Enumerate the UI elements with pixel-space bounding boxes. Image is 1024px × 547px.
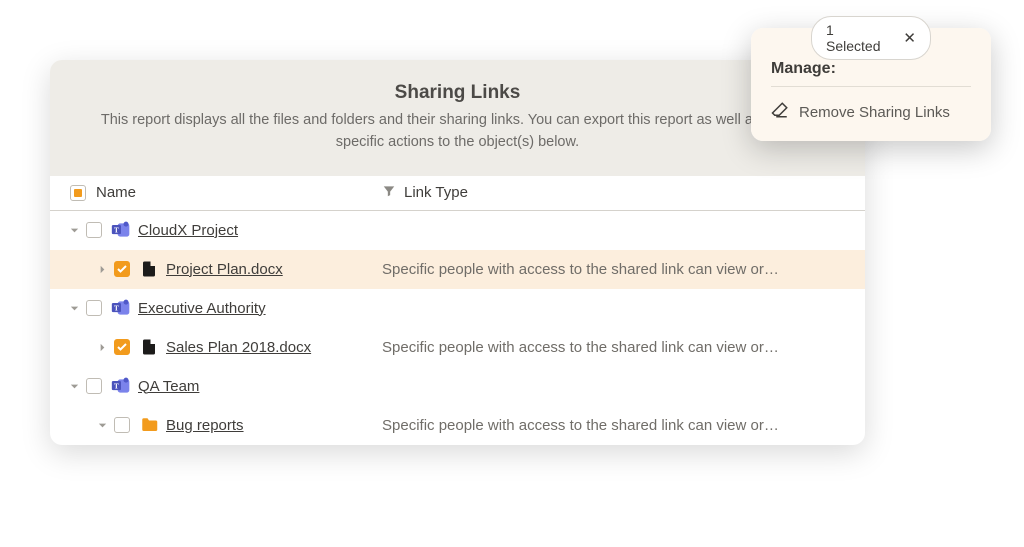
manage-popover: 1 Selected ✕ Manage: Remove Sharing Link… (751, 28, 991, 141)
row-linktype: Specific people with access to the share… (382, 261, 865, 278)
row-name[interactable]: Project Plan.docx (166, 261, 283, 278)
row-checkbox[interactable] (114, 417, 130, 433)
column-linktype-label[interactable]: Link Type (404, 184, 468, 201)
tree-rows: T CloudX Project Project Plan.docx Specifi… (50, 211, 865, 445)
row-name[interactable]: CloudX Project (138, 222, 238, 239)
selection-pill: 1 Selected ✕ (811, 16, 931, 60)
column-header-row: Name Link Type (50, 176, 865, 211)
selection-count-label: 1 Selected (826, 22, 891, 54)
filter-icon[interactable] (382, 184, 396, 202)
svg-text:T: T (114, 382, 119, 390)
select-all-checkbox[interactable] (70, 185, 86, 201)
close-icon[interactable]: ✕ (903, 29, 916, 47)
chevron-down-icon[interactable] (94, 420, 110, 431)
chevron-down-icon[interactable] (66, 225, 82, 236)
row-name[interactable]: Executive Authority (138, 300, 266, 317)
page-description: This report displays all the files and f… (100, 110, 815, 154)
row-name[interactable]: Sales Plan 2018.docx (166, 339, 311, 356)
file-icon (138, 259, 160, 279)
svg-text:T: T (114, 304, 119, 312)
row-checkbox[interactable] (114, 339, 130, 355)
svg-text:T: T (114, 226, 119, 234)
teams-icon: T (110, 376, 132, 396)
chevron-right-icon[interactable] (94, 264, 110, 275)
page-title: Sharing Links (100, 82, 815, 104)
checkbox-indeterminate-icon (74, 189, 82, 197)
table-row[interactable]: Bug reports Specific people with access t… (50, 406, 865, 445)
main-panel: Sharing Links This report displays all t… (50, 60, 865, 445)
row-linktype: Specific people with access to the share… (382, 417, 865, 434)
chevron-down-icon[interactable] (66, 303, 82, 314)
chevron-down-icon[interactable] (66, 381, 82, 392)
teams-icon: T (110, 220, 132, 240)
table-row[interactable]: T Executive Authority (50, 289, 865, 328)
header-banner: Sharing Links This report displays all t… (50, 60, 865, 176)
row-name[interactable]: Bug reports (166, 417, 244, 434)
table-row[interactable]: Sales Plan 2018.docx Specific people with… (50, 328, 865, 367)
folder-icon (138, 416, 160, 434)
teams-icon: T (110, 298, 132, 318)
table-row[interactable]: T CloudX Project (50, 211, 865, 250)
table-row[interactable]: Project Plan.docx Specific people with ac… (50, 250, 865, 289)
row-linktype: Specific people with access to the share… (382, 339, 865, 356)
action-label: Remove Sharing Links (799, 104, 950, 121)
remove-sharing-links-button[interactable]: Remove Sharing Links (751, 87, 991, 127)
row-checkbox[interactable] (86, 222, 102, 238)
column-name-label[interactable]: Name (96, 184, 136, 201)
row-checkbox[interactable] (86, 300, 102, 316)
row-checkbox[interactable] (86, 378, 102, 394)
table-row[interactable]: T QA Team (50, 367, 865, 406)
row-checkbox[interactable] (114, 261, 130, 277)
eraser-icon (771, 101, 789, 123)
file-icon (138, 337, 160, 357)
row-name[interactable]: QA Team (138, 378, 199, 395)
chevron-right-icon[interactable] (94, 342, 110, 353)
